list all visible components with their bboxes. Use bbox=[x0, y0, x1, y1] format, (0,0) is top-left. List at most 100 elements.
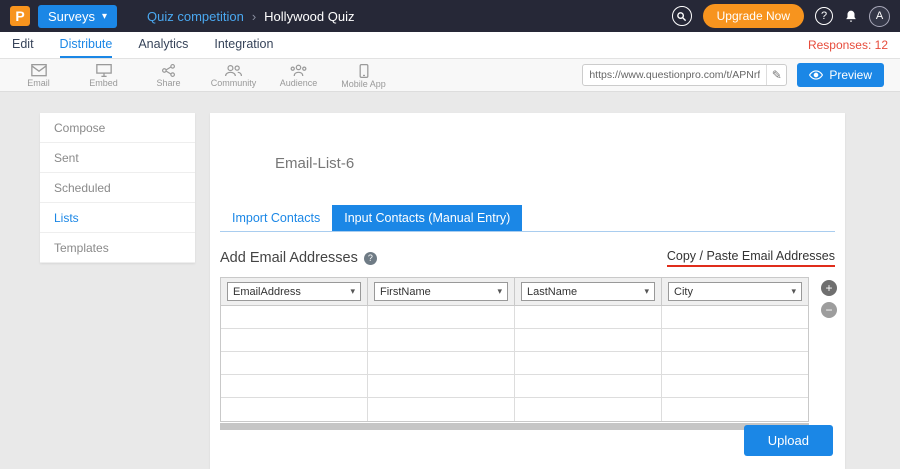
chevron-down-icon: ▾ bbox=[791, 286, 796, 297]
table-cell[interactable] bbox=[662, 352, 808, 374]
table-cell[interactable] bbox=[515, 329, 662, 351]
edit-url-pencil-icon[interactable]: ✎ bbox=[766, 65, 786, 85]
avatar[interactable]: A bbox=[869, 6, 890, 27]
surveys-label: Surveys bbox=[48, 9, 95, 24]
sidebar-item-sent[interactable]: Sent bbox=[40, 143, 195, 173]
email-sidebar: Compose Sent Scheduled Lists Templates bbox=[40, 113, 195, 263]
upload-button[interactable]: Upload bbox=[744, 425, 833, 456]
table-row bbox=[221, 306, 808, 329]
toolbar-label: Email bbox=[27, 78, 50, 88]
preview-label: Preview bbox=[829, 68, 872, 82]
surveys-menu-button[interactable]: Surveys ▾ bbox=[38, 5, 117, 28]
table-cell[interactable] bbox=[221, 329, 368, 351]
remove-row-button[interactable]: − bbox=[821, 302, 837, 318]
survey-nav-tabs: Edit Distribute Analytics Integration Re… bbox=[0, 32, 900, 59]
tab-import-contacts[interactable]: Import Contacts bbox=[220, 205, 332, 231]
table-row bbox=[221, 352, 808, 375]
distribute-toolbar: Email Embed Share Community bbox=[0, 59, 900, 92]
table-cell[interactable] bbox=[515, 398, 662, 421]
add-email-addresses-label: Add Email Addresses bbox=[220, 250, 358, 266]
selected-column-label: City bbox=[674, 286, 693, 298]
horizontal-scrollbar[interactable] bbox=[220, 423, 809, 430]
table-cell[interactable] bbox=[662, 306, 808, 328]
table-cell[interactable] bbox=[368, 329, 515, 351]
sidebar-item-lists[interactable]: Lists bbox=[40, 203, 195, 233]
sidebar-item-templates[interactable]: Templates bbox=[40, 233, 195, 263]
content-area: Compose Sent Scheduled Lists Templates E… bbox=[0, 92, 900, 469]
table-row bbox=[221, 375, 808, 398]
toolbar-item-share[interactable]: Share bbox=[136, 62, 201, 88]
toolbar-item-embed[interactable]: Embed bbox=[71, 62, 136, 88]
table-cell[interactable] bbox=[221, 306, 368, 328]
table-cell[interactable] bbox=[221, 398, 368, 421]
table-cell[interactable] bbox=[221, 352, 368, 374]
column-select-email-address[interactable]: EmailAddress ▾ bbox=[227, 282, 361, 301]
nav-item-distribute[interactable]: Distribute bbox=[60, 32, 113, 58]
column-select-city[interactable]: City ▾ bbox=[668, 282, 802, 301]
contacts-table-header: EmailAddress ▾ FirstName ▾ LastName bbox=[221, 278, 808, 306]
survey-url-box: ✎ bbox=[582, 64, 787, 86]
table-cell[interactable] bbox=[368, 306, 515, 328]
column-select-last-name[interactable]: LastName ▾ bbox=[521, 282, 655, 301]
table-cell[interactable] bbox=[662, 375, 808, 397]
nav-item-edit[interactable]: Edit bbox=[12, 32, 34, 58]
toolbar-label: Embed bbox=[89, 78, 118, 88]
chevron-down-icon: ▾ bbox=[497, 286, 502, 297]
preview-button[interactable]: Preview bbox=[797, 63, 884, 87]
table-cell[interactable] bbox=[515, 352, 662, 374]
mobile-app-icon bbox=[359, 64, 369, 78]
contacts-tabs: Import Contacts Input Contacts (Manual E… bbox=[220, 205, 835, 232]
section-head: Add Email Addresses ? Copy / Paste Email… bbox=[220, 249, 835, 267]
toolbar-label: Community bbox=[211, 78, 257, 88]
nav-item-integration[interactable]: Integration bbox=[214, 32, 273, 58]
help-icon[interactable]: ? bbox=[815, 7, 833, 25]
page-title: Email-List-6 bbox=[210, 113, 845, 172]
breadcrumb-survey-link[interactable]: Quiz competition bbox=[147, 9, 244, 24]
toolbar-item-email[interactable]: Email bbox=[6, 62, 71, 88]
selected-column-label: EmailAddress bbox=[233, 286, 301, 298]
topbar-right: Upgrade Now ? A bbox=[672, 4, 890, 28]
table-cell[interactable] bbox=[515, 375, 662, 397]
table-cell[interactable] bbox=[368, 375, 515, 397]
selected-column-label: FirstName bbox=[380, 286, 431, 298]
column-select-first-name[interactable]: FirstName ▾ bbox=[374, 282, 508, 301]
eye-icon bbox=[809, 70, 823, 80]
toolbar-label: Audience bbox=[280, 78, 318, 88]
table-row bbox=[221, 398, 808, 421]
table-cell[interactable] bbox=[662, 329, 808, 351]
list-panel: Email-List-6 Import Contacts Input Conta… bbox=[210, 113, 845, 469]
header-cell: EmailAddress ▾ bbox=[221, 278, 368, 305]
nav-item-analytics[interactable]: Analytics bbox=[138, 32, 188, 58]
add-row-button[interactable]: + bbox=[821, 280, 837, 296]
upgrade-now-button[interactable]: Upgrade Now bbox=[703, 4, 804, 28]
toolbar-item-community[interactable]: Community bbox=[201, 62, 266, 88]
community-icon bbox=[225, 64, 242, 77]
survey-url-input[interactable] bbox=[583, 69, 766, 81]
contacts-table: EmailAddress ▾ FirstName ▾ LastName bbox=[220, 277, 809, 422]
chevron-down-icon: ▾ bbox=[350, 286, 355, 297]
sidebar-item-scheduled[interactable]: Scheduled bbox=[40, 173, 195, 203]
audience-icon bbox=[290, 64, 307, 77]
table-cell[interactable] bbox=[515, 306, 662, 328]
notifications-bell-icon[interactable] bbox=[844, 9, 858, 24]
copy-paste-email-addresses-link[interactable]: Copy / Paste Email Addresses bbox=[667, 249, 835, 267]
sidebar-item-compose[interactable]: Compose bbox=[40, 113, 195, 143]
table-cell[interactable] bbox=[368, 398, 515, 421]
topbar: P Surveys ▾ Quiz competition › Hollywood… bbox=[0, 0, 900, 32]
toolbar-label: Share bbox=[156, 78, 180, 88]
responses-count: Responses: 12 bbox=[808, 32, 888, 58]
share-icon bbox=[161, 64, 176, 77]
search-icon[interactable] bbox=[672, 6, 692, 26]
header-cell: City ▾ bbox=[662, 278, 808, 305]
toolbar-item-audience[interactable]: Audience bbox=[266, 62, 331, 88]
table-cell[interactable] bbox=[662, 398, 808, 421]
contacts-table-wrap: EmailAddress ▾ FirstName ▾ LastName bbox=[220, 277, 809, 430]
help-icon[interactable]: ? bbox=[364, 252, 377, 265]
breadcrumb: Quiz competition › Hollywood Quiz bbox=[147, 9, 355, 24]
table-cell[interactable] bbox=[221, 375, 368, 397]
header-cell: FirstName ▾ bbox=[368, 278, 515, 305]
tab-input-contacts-manual[interactable]: Input Contacts (Manual Entry) bbox=[332, 205, 522, 231]
questionpro-logo[interactable]: P bbox=[10, 6, 30, 26]
toolbar-item-mobile-app[interactable]: Mobile App bbox=[331, 62, 396, 89]
table-cell[interactable] bbox=[368, 352, 515, 374]
